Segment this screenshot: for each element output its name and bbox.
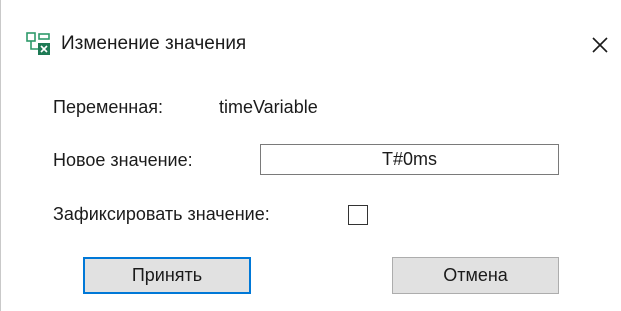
cancel-button[interactable]: Отмена bbox=[392, 257, 559, 294]
accept-button[interactable]: Принять bbox=[83, 257, 251, 294]
change-value-dialog: Изменение значения Переменная: timeVaria… bbox=[0, 0, 620, 311]
title-bar: Изменение значения bbox=[1, 0, 621, 92]
variable-name: timeVariable bbox=[219, 97, 318, 117]
accept-button-label: Принять bbox=[131, 265, 203, 285]
fix-value-label: Зафиксировать значение: bbox=[53, 204, 270, 224]
cancel-button-label: Отмена bbox=[443, 265, 508, 285]
variable-label: Переменная: bbox=[53, 97, 163, 117]
new-value-input[interactable] bbox=[260, 144, 559, 175]
new-value-label: Новое значение: bbox=[53, 150, 193, 170]
close-button[interactable] bbox=[583, 28, 617, 62]
variable-window-icon bbox=[25, 31, 51, 57]
close-icon bbox=[592, 37, 608, 53]
fix-value-checkbox[interactable] bbox=[348, 205, 368, 225]
dialog-title: Изменение значения bbox=[61, 33, 247, 54]
